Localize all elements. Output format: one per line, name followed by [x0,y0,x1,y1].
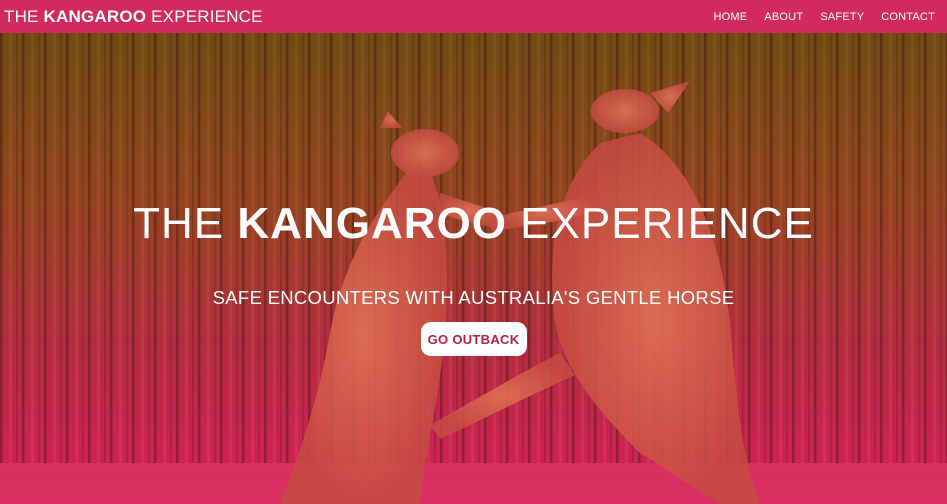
nav-link-safety[interactable]: SAFETY [820,11,864,23]
hero-title-suffix: EXPERIENCE [506,199,814,248]
nav-link-about[interactable]: ABOUT [764,11,803,23]
hero-title-bold: KANGAROO [237,199,507,248]
hero-title: THE KANGAROO EXPERIENCE [133,199,814,249]
hero-title-prefix: THE [133,199,238,248]
hero-section: THE KANGAROO EXPERIENCE SAFE ENCOUNTERS … [0,33,947,504]
brand-suffix: EXPERIENCE [146,6,263,26]
nav-links: HOME ABOUT SAFETY CONTACT [714,11,935,23]
nav-link-contact[interactable]: CONTACT [881,11,935,23]
hero-subtitle: SAFE ENCOUNTERS WITH AUSTRALIA'S GENTLE … [212,287,735,309]
brand-logo[interactable]: THE KANGAROO EXPERIENCE [4,7,263,27]
top-navbar: THE KANGAROO EXPERIENCE HOME ABOUT SAFET… [0,0,947,33]
nav-link-home[interactable]: HOME [714,11,748,23]
hero-content: THE KANGAROO EXPERIENCE SAFE ENCOUNTERS … [0,33,947,504]
brand-prefix: THE [4,6,44,26]
go-outback-button[interactable]: GO OUTBACK [420,322,527,357]
brand-bold: KANGAROO [43,6,147,26]
